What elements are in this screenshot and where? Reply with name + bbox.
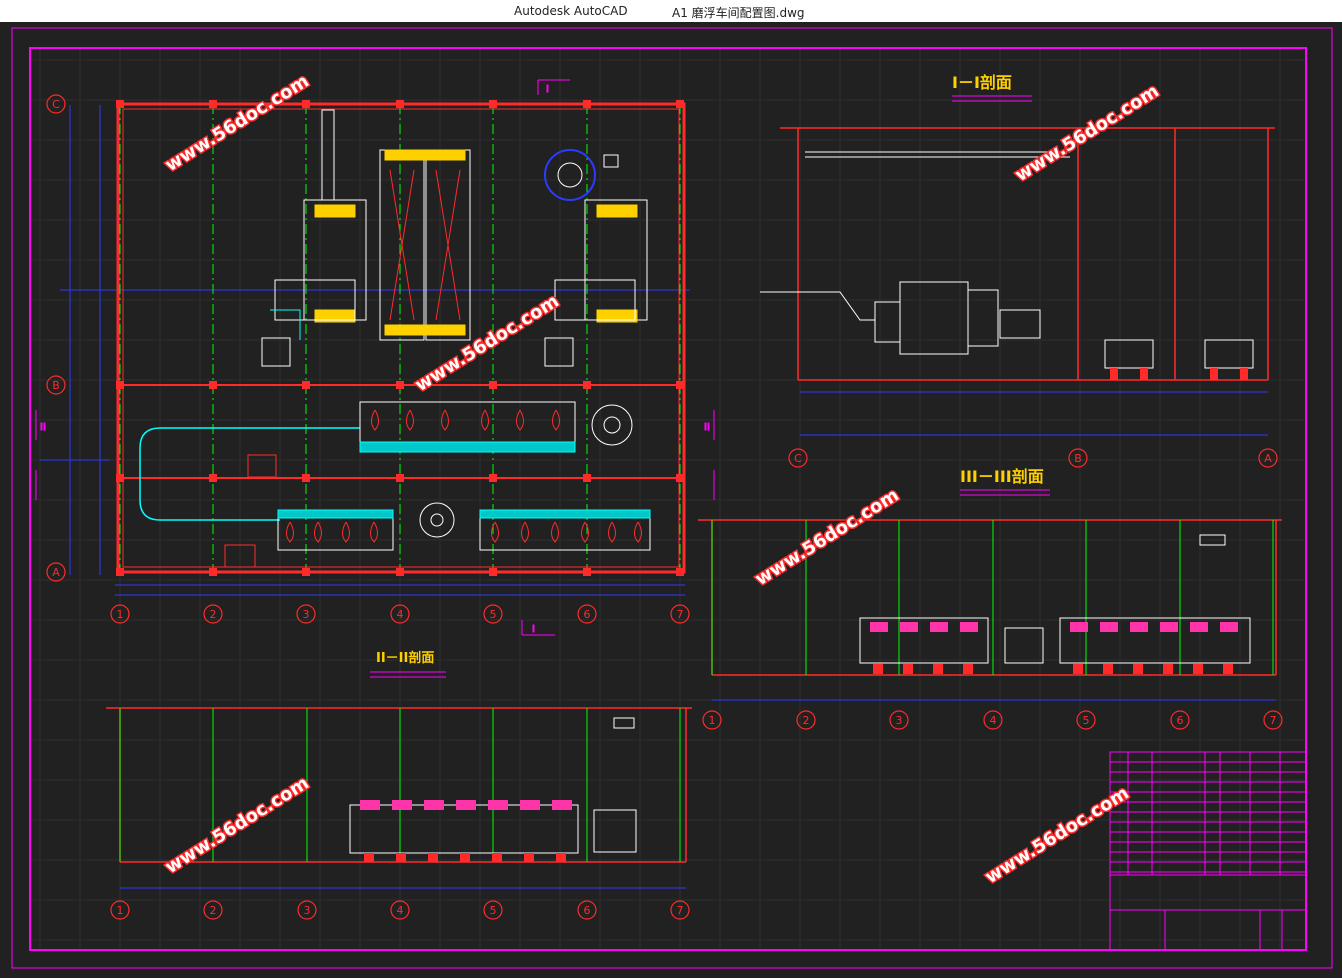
section-1-view[interactable]: I－I剖面 C B A bbox=[760, 73, 1278, 468]
svg-text:3: 3 bbox=[304, 904, 311, 917]
section2-col-label-7: 7 bbox=[670, 900, 690, 920]
app-title: Autodesk AutoCAD bbox=[514, 4, 628, 18]
svg-text:2: 2 bbox=[210, 608, 217, 621]
svg-text:2: 2 bbox=[803, 714, 810, 727]
plan-row-label-B: B bbox=[46, 375, 66, 395]
svg-text:1: 1 bbox=[709, 714, 716, 727]
section2-col-label-3: 3 bbox=[297, 900, 317, 920]
svg-text:6: 6 bbox=[584, 904, 591, 917]
plan-col-label-5: 5 bbox=[483, 604, 503, 624]
equipment-table bbox=[1109, 751, 1307, 876]
section-mark-i-bottom: I bbox=[532, 624, 535, 635]
svg-text:3: 3 bbox=[303, 608, 310, 621]
svg-text:B: B bbox=[1074, 452, 1082, 465]
svg-text:6: 6 bbox=[1177, 714, 1184, 727]
svg-text:4: 4 bbox=[397, 608, 404, 621]
watermark-1: www.56doc.com bbox=[161, 71, 312, 176]
svg-text:C: C bbox=[794, 452, 802, 465]
svg-text:5: 5 bbox=[1083, 714, 1090, 727]
thickener-upper[interactable] bbox=[591, 404, 633, 446]
section2-col-label-4: 4 bbox=[390, 900, 410, 920]
svg-text:C: C bbox=[52, 98, 60, 111]
svg-text:4: 4 bbox=[397, 904, 404, 917]
section-mark-ii-right: II bbox=[704, 422, 710, 433]
svg-text:7: 7 bbox=[677, 608, 684, 621]
svg-text:5: 5 bbox=[490, 904, 497, 917]
stairs bbox=[224, 454, 277, 568]
section3-col-label-7: 7 bbox=[1263, 710, 1283, 730]
section1-axis-label-A: A bbox=[1258, 448, 1278, 468]
plan-col-label-2: 2 bbox=[203, 604, 223, 624]
svg-text:B: B bbox=[52, 379, 60, 392]
section-mark-ii-left: II bbox=[40, 422, 46, 433]
section-3-view[interactable]: III－III剖面 1 2 3 4 5 6 7 bbox=[698, 467, 1283, 730]
svg-text:1: 1 bbox=[117, 904, 124, 917]
plan-row-label-A: A bbox=[46, 562, 66, 582]
plan-col-label-3: 3 bbox=[296, 604, 316, 624]
section2-col-label-1: 1 bbox=[110, 900, 130, 920]
document-title: A1 磨浮车间配置图.dwg bbox=[672, 6, 805, 20]
pump-lower[interactable] bbox=[419, 502, 455, 538]
section-2-view[interactable]: II－II剖面 1 2 3 4 5 6 7 bbox=[106, 650, 692, 920]
svg-text:5: 5 bbox=[490, 608, 497, 621]
svg-text:7: 7 bbox=[677, 904, 684, 917]
svg-text:2: 2 bbox=[210, 904, 217, 917]
svg-text:6: 6 bbox=[584, 608, 591, 621]
section-1-title: I－I剖面 bbox=[952, 73, 1012, 92]
background-grid bbox=[30, 48, 1306, 950]
conveyor-loop bbox=[139, 427, 360, 521]
classifier-pair[interactable] bbox=[379, 149, 471, 341]
section2-col-label-2: 2 bbox=[203, 900, 223, 920]
section-cut-marks: I I II II bbox=[35, 79, 715, 636]
svg-text:7: 7 bbox=[1270, 714, 1277, 727]
section3-col-label-3: 3 bbox=[889, 710, 909, 730]
section3-col-label-1: 1 bbox=[702, 710, 722, 730]
drawing-canvas[interactable]: 1 2 3 4 5 6 7 A B C I I II II I－I剖面 C B A III－II… bbox=[0, 22, 1342, 978]
plan-col-label-7: 7 bbox=[670, 604, 690, 624]
plan-col-label-1: 1 bbox=[110, 604, 130, 624]
svg-text:A: A bbox=[52, 566, 60, 579]
section-mark-i-top: I bbox=[546, 84, 549, 95]
watermark-2: www.56doc.com bbox=[1011, 81, 1162, 186]
plan-col-label-4: 4 bbox=[390, 604, 410, 624]
cad-drawing[interactable]: 1 2 3 4 5 6 7 A B C I I II II I－I剖面 C B A III－II… bbox=[0, 22, 1342, 978]
svg-text:3: 3 bbox=[896, 714, 903, 727]
plan-dimensions bbox=[40, 105, 690, 596]
section2-col-label-6: 6 bbox=[577, 900, 597, 920]
plan-view[interactable]: 1 2 3 4 5 6 7 A B C I I II II bbox=[35, 79, 715, 636]
window-title-bar: Autodesk AutoCAD A1 磨浮车间配置图.dwg bbox=[0, 0, 1342, 22]
section1-axis-label-C: C bbox=[788, 448, 808, 468]
plan-col-label-6: 6 bbox=[577, 604, 597, 624]
svg-text:1: 1 bbox=[117, 608, 124, 621]
section3-col-label-4: 4 bbox=[983, 710, 1003, 730]
section3-col-label-6: 6 bbox=[1170, 710, 1190, 730]
section2-col-label-5: 5 bbox=[483, 900, 503, 920]
flotation-cells-lower[interactable] bbox=[277, 509, 651, 551]
ball-mill-left[interactable] bbox=[261, 109, 367, 367]
section-2-title: II－II剖面 bbox=[376, 650, 434, 666]
mill-section-1[interactable] bbox=[760, 281, 1254, 369]
section-3-title: III－III剖面 bbox=[960, 467, 1044, 486]
plan-row-labels: A B C bbox=[46, 94, 66, 582]
section1-axis-label-B: B bbox=[1068, 448, 1088, 468]
title-block bbox=[1109, 874, 1307, 951]
sheet-frame bbox=[11, 27, 1333, 969]
fan-unit[interactable] bbox=[544, 149, 619, 201]
plan-row-label-C: C bbox=[46, 94, 66, 114]
flotation-cells-upper[interactable] bbox=[359, 401, 576, 453]
plan-walls bbox=[116, 102, 686, 574]
flotation-row-section-3[interactable] bbox=[859, 534, 1251, 664]
svg-text:A: A bbox=[1264, 452, 1272, 465]
svg-text:4: 4 bbox=[990, 714, 997, 727]
